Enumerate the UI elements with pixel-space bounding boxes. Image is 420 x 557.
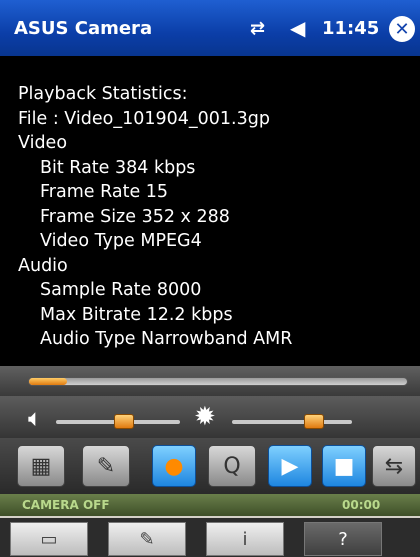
menu-tab-info[interactable]: i: [206, 522, 284, 556]
volume-icon[interactable]: ◀: [290, 16, 305, 40]
record-button[interactable]: ●: [152, 445, 196, 487]
volume-slider-knob[interactable]: [114, 414, 135, 429]
connectivity-icon[interactable]: ⇄: [250, 18, 265, 39]
playback-progress-bar[interactable]: [28, 377, 408, 386]
settings-icon: ✎: [96, 453, 116, 479]
progress-fill: [29, 378, 67, 385]
brightness-icon: ✹: [194, 402, 216, 432]
help-icon: ?: [338, 528, 348, 550]
menu-tab-keyboard[interactable]: ▭: [10, 522, 88, 556]
brightness-slider[interactable]: [232, 420, 352, 424]
audio-type: Audio Type Narrowband AMR: [40, 329, 293, 349]
video-frame-size: Frame Size 352 x 288: [40, 206, 230, 227]
play-icon: ▶: [281, 453, 299, 479]
tools-icon: ✎: [139, 528, 155, 550]
menu-tab-help[interactable]: ?: [304, 522, 382, 556]
app-title: ASUS Camera: [14, 18, 153, 39]
switch-camera-button[interactable]: ⇆: [372, 445, 416, 487]
brightness-slider-knob[interactable]: [303, 414, 324, 429]
stop-icon: ■: [333, 453, 355, 479]
video-label: Video: [18, 133, 68, 153]
info-icon: i: [242, 528, 248, 550]
video-frame-rate: Frame Rate 15: [40, 182, 169, 202]
stop-button[interactable]: ■: [322, 445, 366, 487]
audio-max-bitrate: Max Bitrate 12.2 kbps: [40, 304, 233, 325]
settings-button[interactable]: ✎: [82, 445, 130, 487]
switch-icon: ⇆: [384, 453, 404, 479]
clock[interactable]: 11:45: [322, 18, 379, 39]
slider-row: 🔈︎ ✹: [0, 396, 420, 438]
keyboard-icon: ▭: [40, 528, 58, 550]
close-button[interactable]: ✕: [389, 16, 415, 42]
menu-bar: ▭ ✎ i ?: [0, 516, 420, 557]
zoom-icon: Q: [223, 453, 241, 479]
camera-status: CAMERA OFF: [22, 498, 110, 512]
gallery-icon: ▦: [30, 453, 52, 479]
toolbar: ▦ ✎ ● Q ▶ ■ ⇆: [0, 438, 420, 494]
status-bar: CAMERA OFF 00:00: [0, 494, 420, 516]
playback-statistics: Playback Statistics: File : Video_101904…: [0, 56, 420, 366]
video-bit-rate: Bit Rate 384 kbps: [40, 157, 196, 178]
title-bar: ASUS Camera ⇄ ◀ 11:45 ✕: [0, 0, 420, 56]
stats-heading: Playback Statistics:: [18, 84, 188, 104]
speaker-icon: 🔈︎: [28, 404, 43, 432]
playback-progress-area: [0, 366, 420, 396]
play-button[interactable]: ▶: [268, 445, 312, 487]
menu-tab-tools[interactable]: ✎: [108, 522, 186, 556]
record-icon: ●: [164, 453, 184, 479]
gallery-button[interactable]: ▦: [17, 445, 65, 487]
audio-sample-rate: Sample Rate 8000: [40, 280, 202, 300]
zoom-button[interactable]: Q: [208, 445, 256, 487]
audio-label: Audio: [18, 255, 68, 276]
file-name: File : Video_101904_001.3gp: [18, 108, 270, 129]
elapsed-time: 00:00: [342, 498, 381, 512]
close-icon: ✕: [394, 18, 410, 40]
video-type: Video Type MPEG4: [40, 231, 202, 251]
